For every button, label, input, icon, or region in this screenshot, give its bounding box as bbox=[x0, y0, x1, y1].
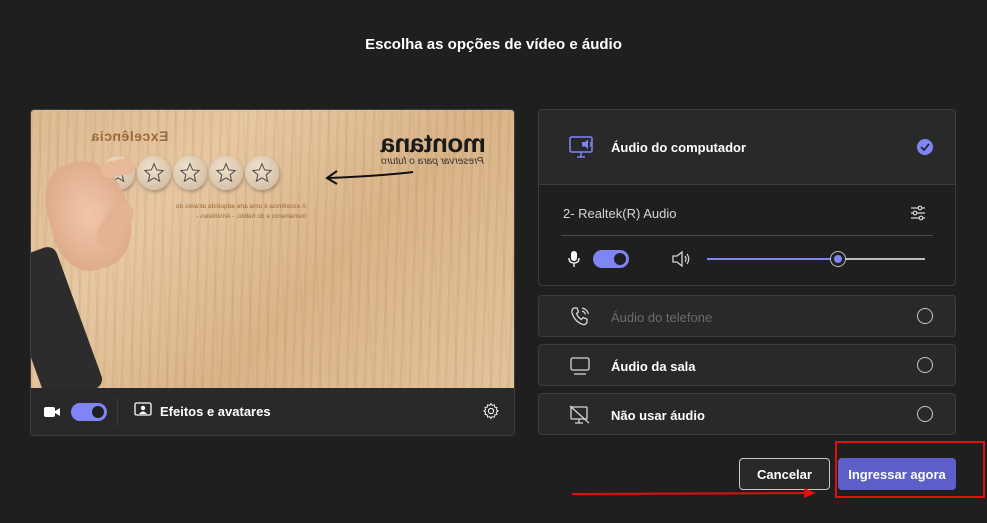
microphone-icon bbox=[567, 250, 581, 273]
camera-icon bbox=[43, 405, 61, 419]
room-audio-label: Áudio da sala bbox=[611, 359, 696, 374]
camera-preview: Excelência montana Preservar para o futu… bbox=[31, 110, 514, 388]
phone-audio-option[interactable]: Áudio do telefone bbox=[538, 295, 956, 337]
star-icon bbox=[173, 156, 207, 190]
computer-audio-option[interactable]: Áudio do computador bbox=[539, 110, 955, 185]
camera-toggle[interactable] bbox=[71, 402, 107, 421]
checkmark-icon bbox=[917, 139, 933, 155]
phone-audio-radio[interactable] bbox=[917, 308, 933, 324]
computer-audio-label: Áudio do computador bbox=[611, 140, 747, 155]
star-icon bbox=[209, 156, 243, 190]
speaker-icon bbox=[671, 250, 691, 273]
star-icon bbox=[137, 156, 171, 190]
effects-icon bbox=[134, 402, 152, 421]
divider bbox=[117, 397, 118, 426]
no-audio-radio[interactable] bbox=[917, 406, 933, 422]
preview-heading: Excelência bbox=[91, 128, 169, 144]
room-audio-option[interactable]: Áudio da sala bbox=[538, 344, 956, 386]
divider bbox=[561, 235, 933, 236]
computer-audio-icon bbox=[569, 136, 595, 165]
preview-brand-name: montana bbox=[381, 128, 486, 158]
speaker-volume-fill bbox=[707, 258, 838, 260]
no-audio-label: Não usar áudio bbox=[611, 408, 705, 423]
room-audio-radio[interactable] bbox=[917, 357, 933, 373]
audio-device-name: 2- Realtek(R) Audio bbox=[563, 206, 677, 221]
computer-audio-panel: Áudio do computador 2- Realtek(R) Audio bbox=[538, 109, 956, 286]
no-audio-icon bbox=[569, 405, 591, 430]
effects-button[interactable]: Efeitos e avatares bbox=[134, 402, 271, 421]
speaker-volume-thumb[interactable] bbox=[831, 252, 845, 266]
no-audio-option[interactable]: Não usar áudio bbox=[538, 393, 956, 435]
phone-icon bbox=[569, 306, 591, 333]
microphone-toggle[interactable] bbox=[593, 250, 629, 268]
page-title: Escolha as opções de vídeo e áudio bbox=[365, 36, 622, 53]
phone-audio-label: Áudio do telefone bbox=[611, 310, 713, 325]
device-settings-icon[interactable] bbox=[909, 204, 927, 227]
gear-icon[interactable] bbox=[482, 402, 500, 425]
preview-quote: A excelência é uma arte adquirida atravé… bbox=[175, 203, 306, 220]
preview-arrow-icon bbox=[325, 170, 414, 185]
annotation-highlight-box bbox=[835, 441, 985, 498]
video-controls-bar: Efeitos e avatares bbox=[31, 388, 514, 435]
video-preview-card: Excelência montana Preservar para o futu… bbox=[30, 109, 515, 436]
effects-label: Efeitos e avatares bbox=[160, 404, 271, 419]
annotation-arrow-icon bbox=[572, 488, 816, 498]
star-icon bbox=[245, 156, 279, 190]
room-icon bbox=[569, 356, 591, 381]
speaker-volume-slider[interactable] bbox=[707, 252, 925, 266]
